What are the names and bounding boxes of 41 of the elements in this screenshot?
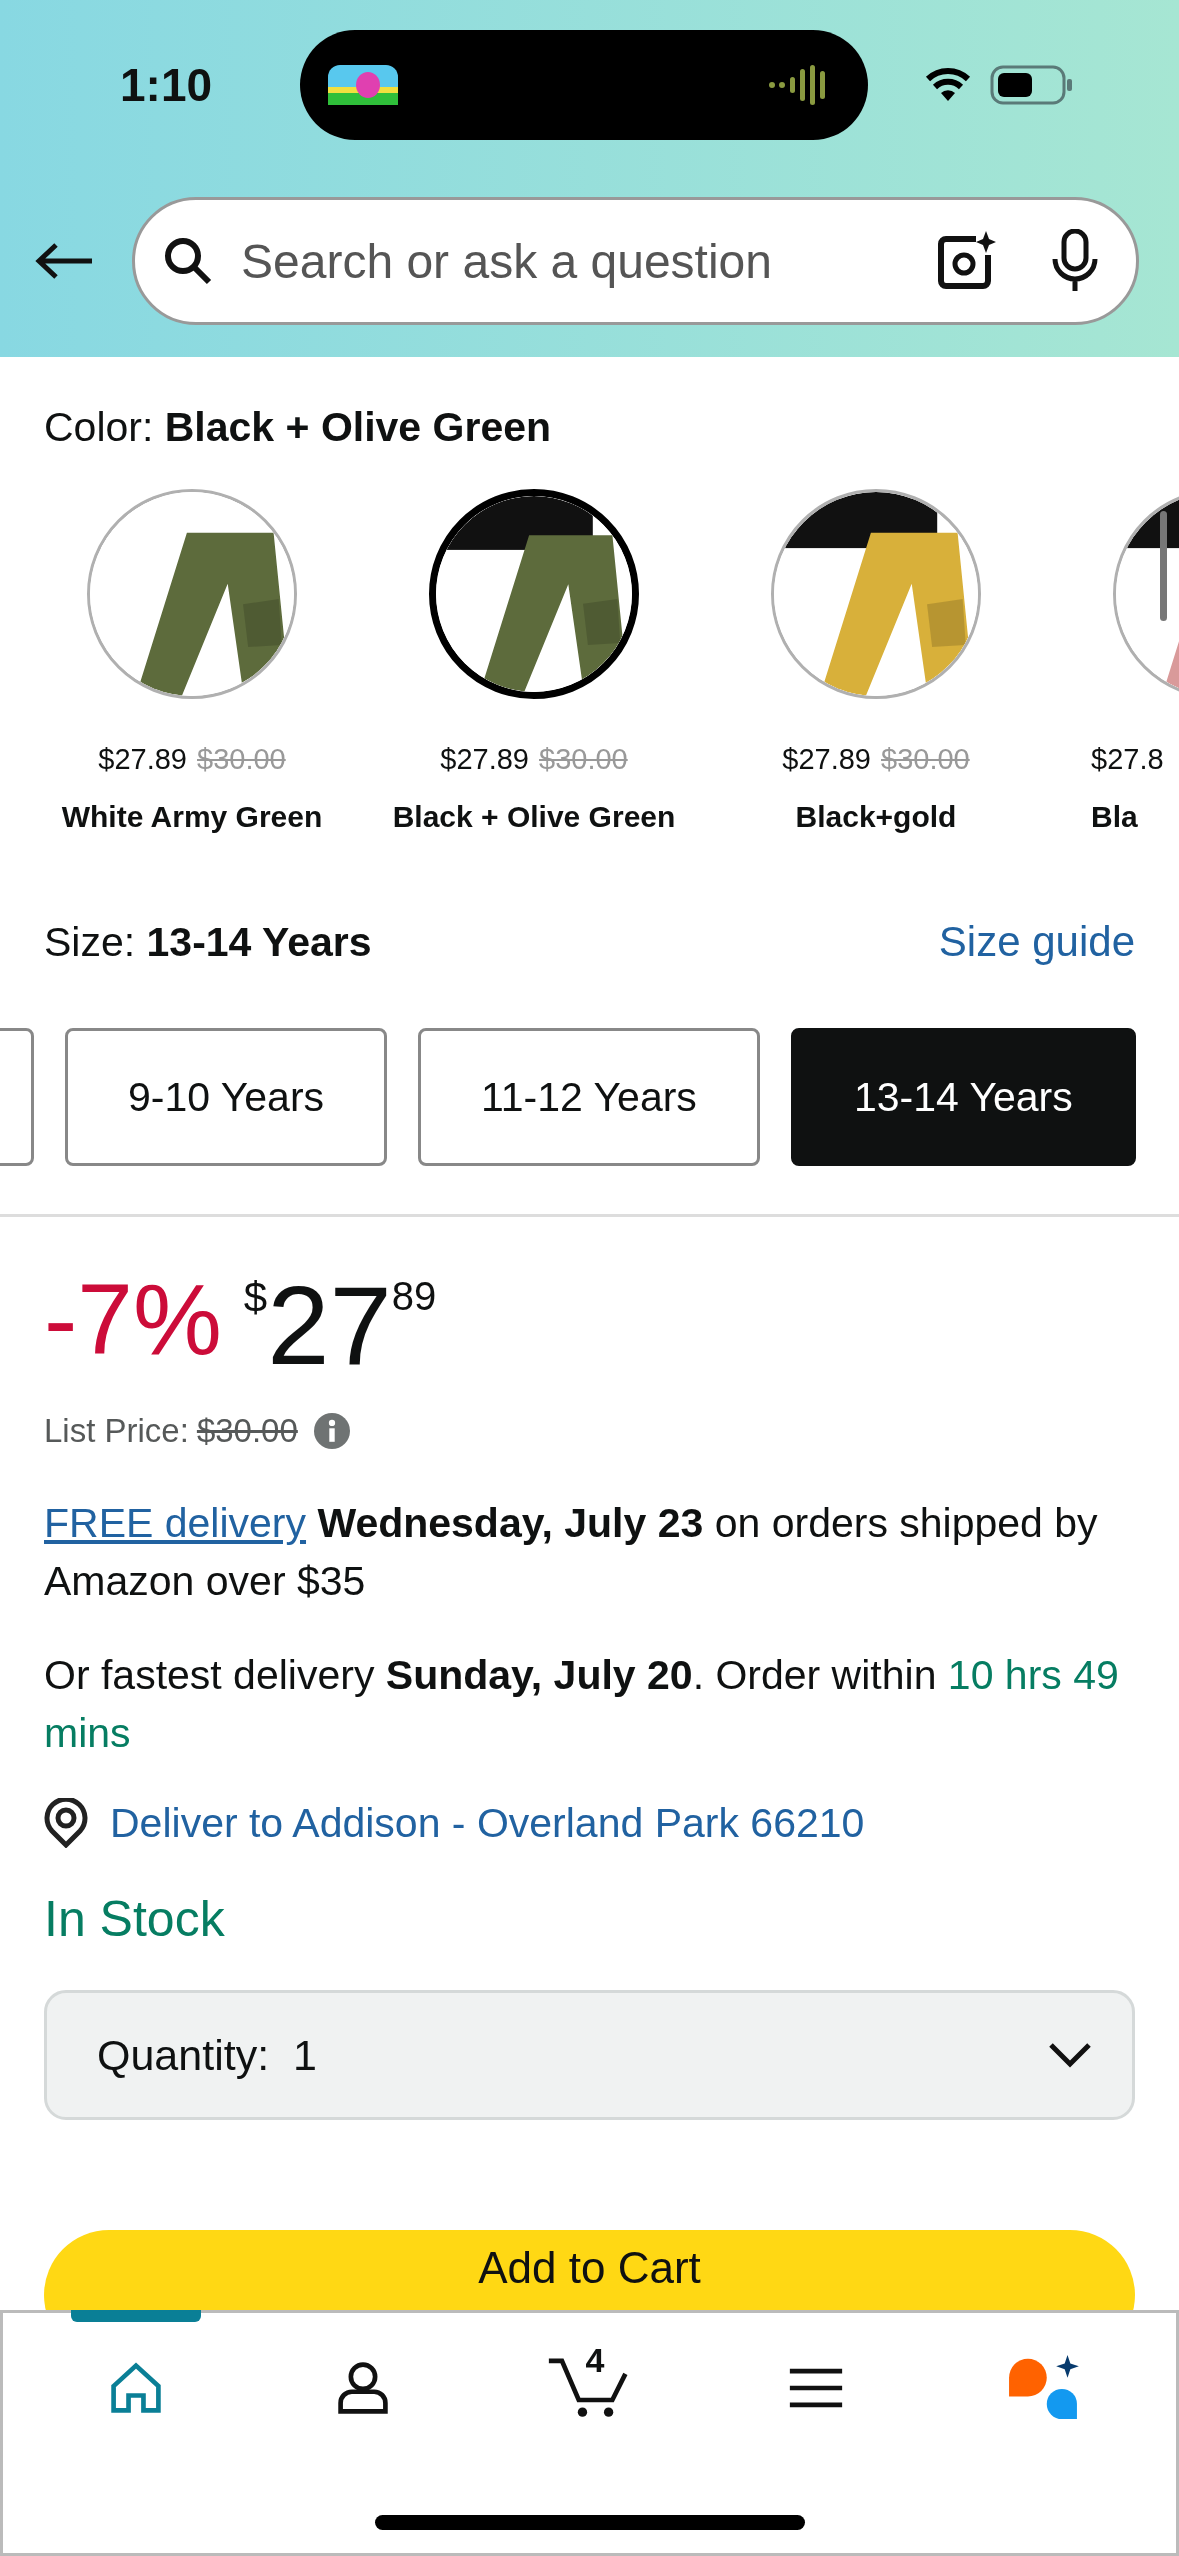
- price-currency: $: [243, 1274, 268, 1322]
- status-time: 1:10: [120, 58, 214, 112]
- fastest-delivery-text: Or fastest delivery Sunday, July 20. Order within 10 hrs 49 mins: [44, 1651, 1120, 1758]
- swatch-price: $27.89: [782, 743, 871, 776]
- swatch-name: Bla: [1091, 800, 1138, 834]
- list-price-label: List Price:: [44, 1412, 189, 1450]
- back-arrow-icon[interactable]: [34, 241, 94, 281]
- swatch-list-price: $30.00: [881, 743, 970, 776]
- swatch-price: $27.89: [98, 743, 187, 776]
- swatch-list-price: $30.00: [197, 743, 286, 776]
- swatch-list-price: $30.00: [539, 743, 628, 776]
- discount-percent: -7%: [44, 1262, 222, 1377]
- wifi-icon: [924, 67, 972, 103]
- search-input[interactable]: Search or ask a question: [239, 232, 936, 290]
- swatch-price: $27.8: [1091, 743, 1164, 776]
- size-guide-link[interactable]: Size guide: [938, 918, 1135, 966]
- search-field[interactable]: Search or ask a question: [132, 197, 1139, 325]
- swatch-name: Black + Olive Green: [392, 800, 676, 834]
- size-option[interactable]: 9-10 Years: [65, 1028, 388, 1166]
- battery-icon: [990, 65, 1074, 105]
- price-whole: 27: [267, 1270, 392, 1382]
- delivery-text: FREE delivery Wednesday, July 23 on orders shipped by Amazon over $35: [44, 1499, 1099, 1606]
- list-price: $30.00: [196, 1412, 298, 1450]
- size-option[interactable]: 13-14 Years: [790, 1028, 1136, 1166]
- color-label: Color: Black + Olive Green: [44, 404, 552, 451]
- deliver-to-link[interactable]: Deliver to Addison - Overland Park 66210: [110, 1799, 865, 1847]
- microphone-icon[interactable]: [1050, 229, 1100, 293]
- swatch-price: $27.89: [440, 743, 529, 776]
- chevron-down-icon: [1048, 2042, 1092, 2068]
- location-pin-icon: [44, 1798, 88, 1848]
- swatch-name: White Army Green: [61, 800, 323, 834]
- info-icon[interactable]: [313, 1413, 350, 1449]
- free-delivery-link[interactable]: FREE delivery: [44, 1500, 306, 1546]
- size-label: Size: 13-14 Years: [44, 918, 372, 966]
- quantity-dropdown[interactable]: Quantity: 1: [44, 1990, 1135, 2120]
- swatch-name: Black+gold: [795, 800, 957, 834]
- price-fraction: 89: [391, 1274, 437, 1319]
- size-option[interactable]: 11-12 Years: [418, 1028, 760, 1166]
- camera-icon[interactable]: [936, 231, 996, 291]
- search-icon: [163, 236, 213, 286]
- stock-status: In Stock: [43, 1890, 226, 1948]
